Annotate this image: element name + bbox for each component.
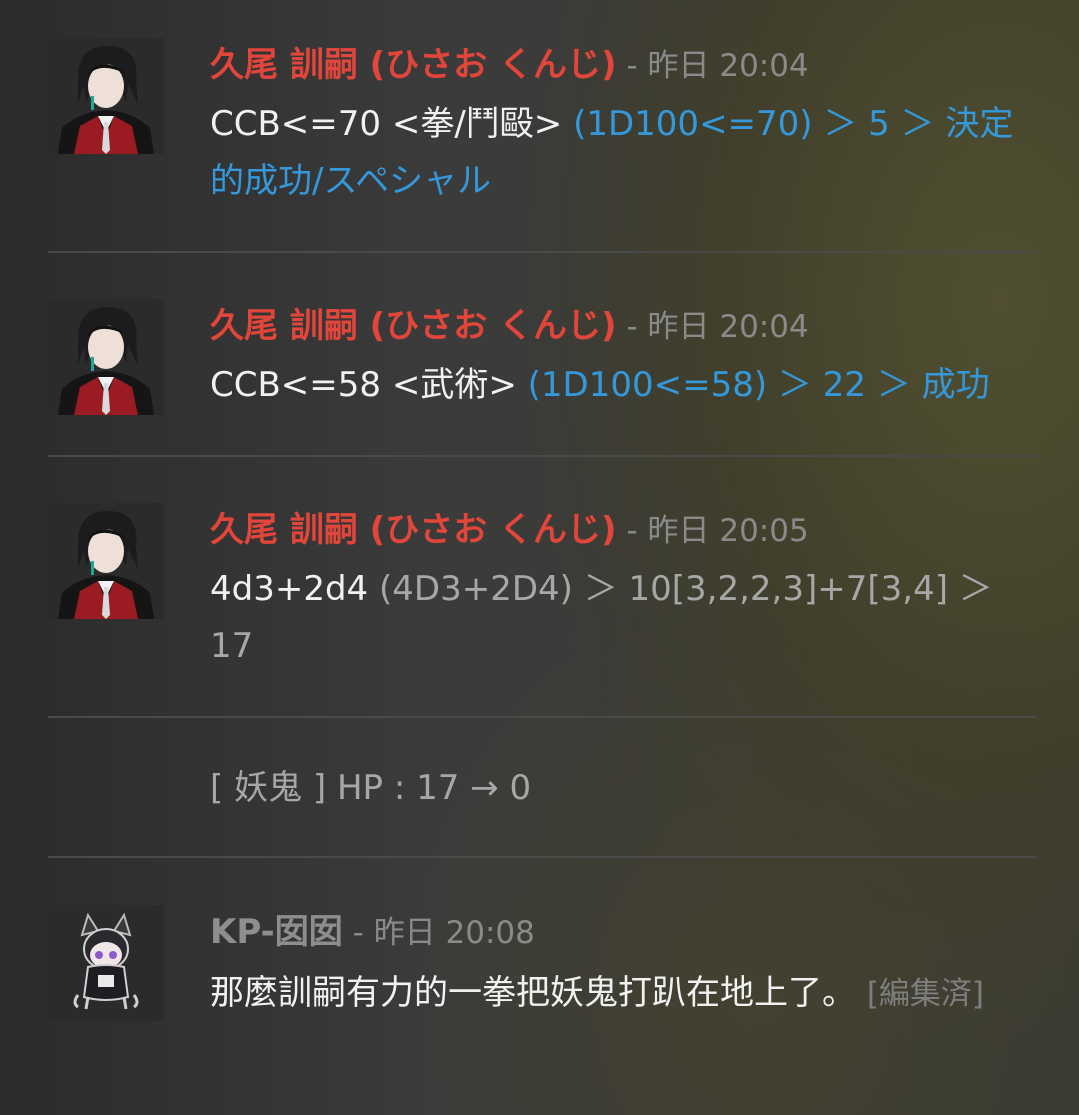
message-body: 那麼訓嗣有力的一拳把妖鬼打趴在地上了。 [編集済] xyxy=(210,965,1040,1023)
message-divider xyxy=(48,455,1036,457)
author-name[interactable]: 久尾 訓嗣 (ひさお くんじ) xyxy=(210,45,617,85)
author-name[interactable]: 久尾 訓嗣 (ひさお くんじ) xyxy=(210,510,617,550)
message-body: CCB<=70 <拳/鬥毆> (1D100<=70) ＞ 5 ＞ 決定的成功/ス… xyxy=(210,96,1040,210)
message-header: KP-囡囡 - 昨日 20:08 xyxy=(210,907,535,958)
edited-tag: [編集済] xyxy=(866,976,985,1012)
avatar[interactable] xyxy=(48,38,164,154)
avatar[interactable] xyxy=(48,905,164,1021)
author-name[interactable]: KP-囡囡 xyxy=(210,912,343,952)
character-avatar-icon xyxy=(48,38,164,154)
header-separator: - xyxy=(616,309,648,345)
message-text: 那麼訓嗣有力的一拳把妖鬼打趴在地上了。 xyxy=(210,973,856,1013)
avatar[interactable] xyxy=(48,503,164,619)
character-avatar-icon xyxy=(48,503,164,619)
header-separator: - xyxy=(616,48,648,84)
message-timestamp: 昨日 20:05 xyxy=(647,513,809,549)
message-timestamp: 昨日 20:04 xyxy=(647,48,809,84)
dice-expression: (4D3+2D4) xyxy=(379,569,573,609)
message-header: 久尾 訓嗣 (ひさお くんじ) - 昨日 20:04 xyxy=(210,301,809,352)
header-separator: - xyxy=(342,915,374,951)
dice-result: (1D100<=58) ＞ 22 ＞ 成功 xyxy=(527,365,990,405)
dice-command: CCB<=58 <武術> xyxy=(210,365,528,405)
character-avatar-icon xyxy=(48,299,164,415)
author-name[interactable]: 久尾 訓嗣 (ひさお くんじ) xyxy=(210,306,617,346)
message-body: CCB<=58 <武術> (1D100<=58) ＞ 22 ＞ 成功 xyxy=(210,357,1040,414)
message-timestamp: 昨日 20:08 xyxy=(373,915,535,951)
dice-command: CCB<=70 <拳/鬥毆> xyxy=(210,104,574,144)
kp-avatar-icon xyxy=(48,905,164,1021)
message-header: 久尾 訓嗣 (ひさお くんじ) - 昨日 20:05 xyxy=(210,505,809,556)
message-divider xyxy=(48,856,1036,858)
message-timestamp: 昨日 20:04 xyxy=(647,309,809,345)
avatar[interactable] xyxy=(48,299,164,415)
header-separator: - xyxy=(616,513,648,549)
message-divider xyxy=(48,716,1036,718)
message-header: 久尾 訓嗣 (ひさお くんじ) - 昨日 20:04 xyxy=(210,40,809,91)
dice-command: 4d3+2d4 xyxy=(210,569,379,609)
system-message: [ 妖鬼 ] HP : 17 → 0 xyxy=(210,768,532,808)
message-divider xyxy=(48,251,1036,253)
message-body: 4d3+2d4 (4D3+2D4) ＞ 10[3,2,2,3]+7[3,4] ＞… xyxy=(210,561,1040,675)
